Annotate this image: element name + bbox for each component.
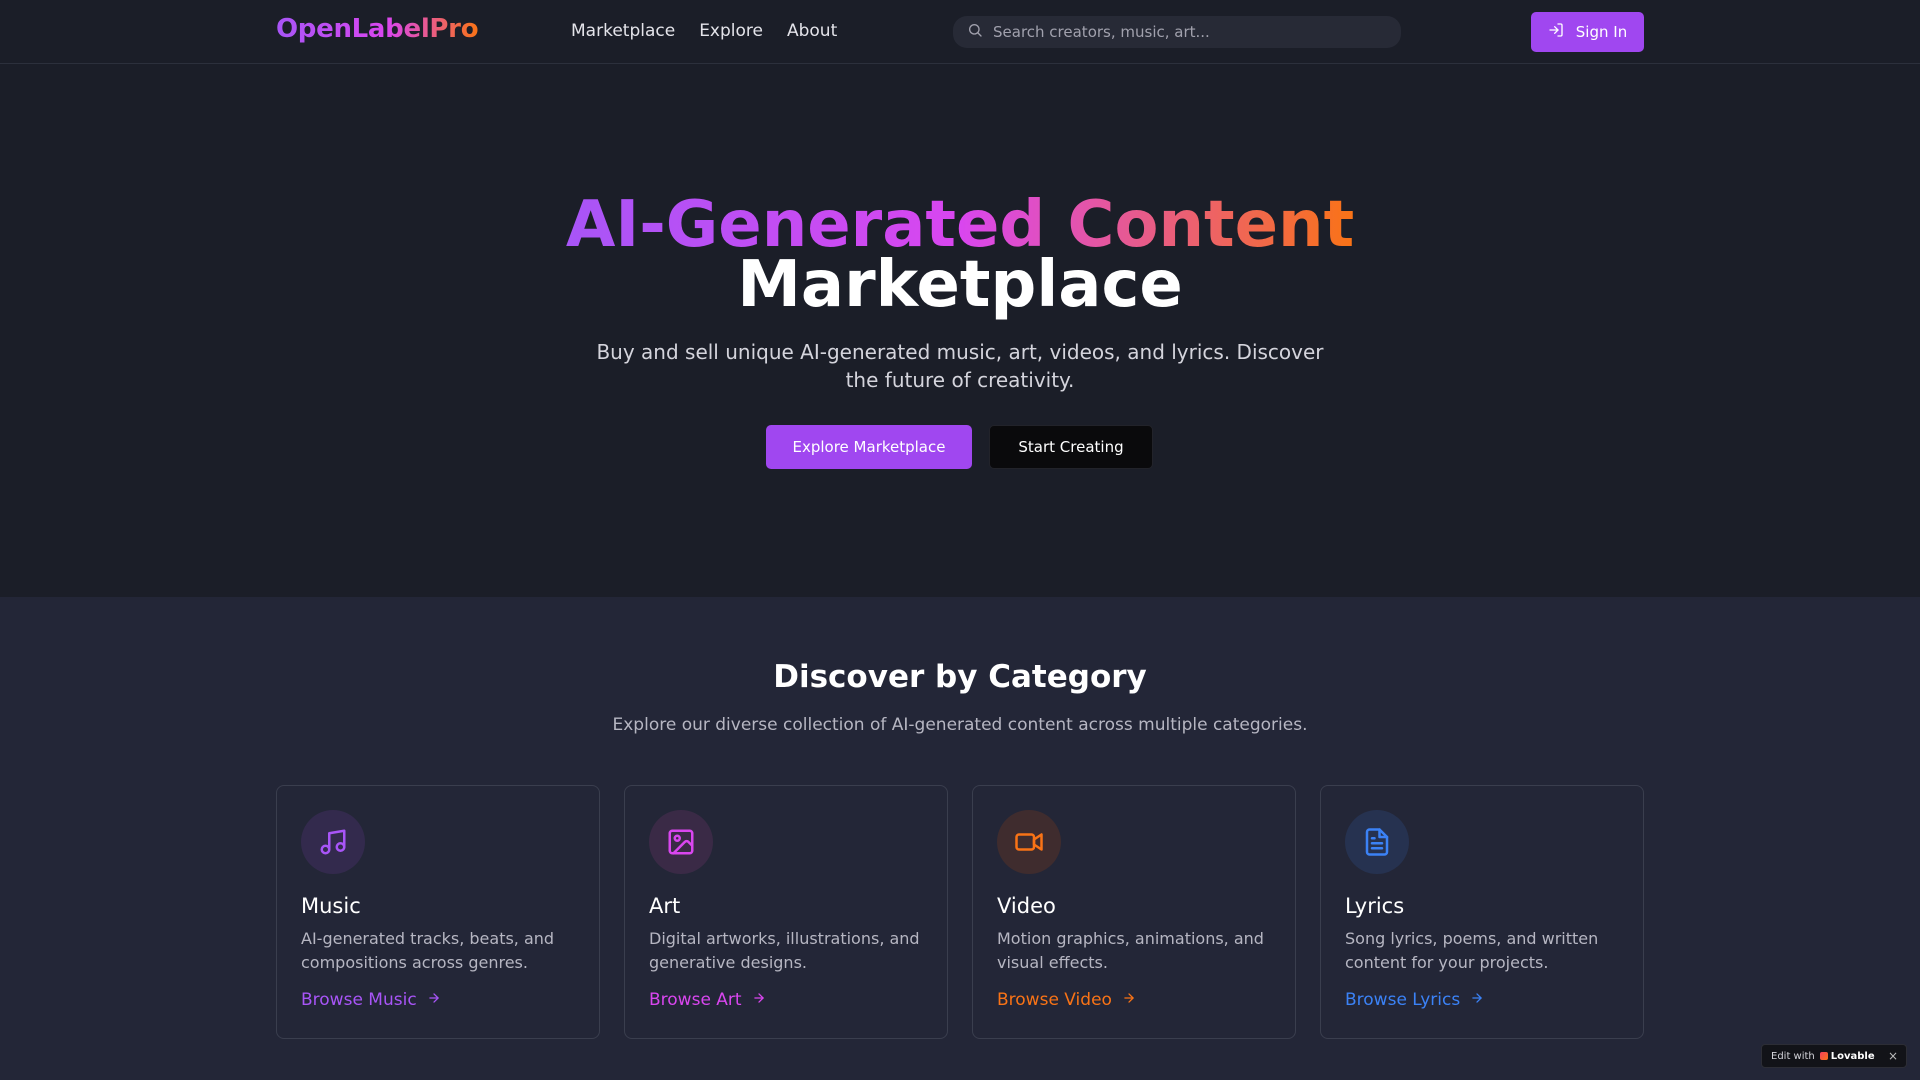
badge-prefix: Edit with	[1771, 1050, 1815, 1062]
category-card-art[interactable]: Art Digital artworks, illustrations, and…	[624, 785, 948, 1039]
arrow-right-icon	[427, 990, 441, 1010]
badge-brand: Lovable	[1830, 1050, 1875, 1062]
edit-with-lovable-badge[interactable]: Edit with Lovable ×	[1761, 1044, 1907, 1068]
top-navbar: OpenLabelPro Marketplace Explore About S…	[0, 0, 1920, 64]
hero-section: AI-Generated Content Marketplace Buy and…	[0, 65, 1920, 597]
categories-section: Discover by Category Explore our diverse…	[0, 597, 1920, 1080]
video-camera-icon	[997, 810, 1061, 874]
category-description: Song lyrics, poems, and written content …	[1345, 929, 1599, 972]
explore-marketplace-button[interactable]: Explore Marketplace	[766, 425, 972, 469]
category-description: Motion graphics, animations, and visual …	[997, 929, 1264, 972]
category-name: Lyrics	[1345, 894, 1405, 918]
categories-subtitle: Explore our diverse collection of AI-gen…	[612, 715, 1308, 735]
category-description: Digital artworks, illustrations, and gen…	[649, 929, 920, 972]
hero-title-line-2: Marketplace	[737, 248, 1183, 322]
lovable-logo: Lovable	[1819, 1050, 1875, 1062]
nav-link-explore[interactable]: Explore	[699, 21, 763, 41]
lovable-heart-icon	[1819, 1052, 1828, 1060]
category-name: Video	[997, 894, 1056, 918]
categories-title: Discover by Category	[773, 659, 1147, 695]
music-note-icon	[301, 810, 365, 874]
browse-music-link[interactable]: Browse Music	[301, 990, 441, 1010]
browse-link-label: Browse Music	[301, 990, 417, 1010]
category-name: Music	[301, 894, 361, 918]
image-icon	[649, 810, 713, 874]
arrow-right-icon	[752, 990, 766, 1010]
sign-in-button[interactable]: Sign In	[1531, 12, 1644, 52]
browse-link-label: Browse Video	[997, 990, 1112, 1010]
sign-in-label: Sign In	[1575, 23, 1628, 41]
arrow-right-icon	[1470, 990, 1484, 1010]
arrow-right-icon	[1122, 990, 1136, 1010]
logo[interactable]: OpenLabelPro	[276, 14, 479, 44]
search-input[interactable]	[993, 23, 1393, 41]
document-icon	[1345, 810, 1409, 874]
start-creating-button[interactable]: Start Creating	[989, 425, 1153, 469]
browse-art-link[interactable]: Browse Art	[649, 990, 766, 1010]
browse-video-link[interactable]: Browse Video	[997, 990, 1136, 1010]
category-card-music[interactable]: Music AI-generated tracks, beats, and co…	[276, 785, 600, 1039]
category-description: AI-generated tracks, beats, and composit…	[301, 929, 555, 972]
category-name: Art	[649, 894, 681, 918]
search-box[interactable]	[953, 16, 1401, 48]
nav-link-marketplace[interactable]: Marketplace	[571, 21, 675, 41]
browse-link-label: Browse Art	[649, 990, 742, 1010]
main-nav: Marketplace Explore About	[571, 21, 837, 41]
category-card-lyrics[interactable]: Lyrics Song lyrics, poems, and written c…	[1320, 785, 1644, 1039]
browse-lyrics-link[interactable]: Browse Lyrics	[1345, 990, 1484, 1010]
browse-link-label: Browse Lyrics	[1345, 990, 1461, 1010]
close-icon[interactable]: ×	[1888, 1049, 1898, 1063]
hero-subtitle: Buy and sell unique AI-generated music, …	[596, 340, 1324, 392]
search-icon	[967, 22, 983, 42]
login-icon	[1548, 22, 1564, 42]
hero-title-line-1: AI-Generated Content	[0, 193, 1920, 257]
category-card-video[interactable]: Video Motion graphics, animations, and v…	[972, 785, 1296, 1039]
nav-link-about[interactable]: About	[787, 21, 837, 41]
